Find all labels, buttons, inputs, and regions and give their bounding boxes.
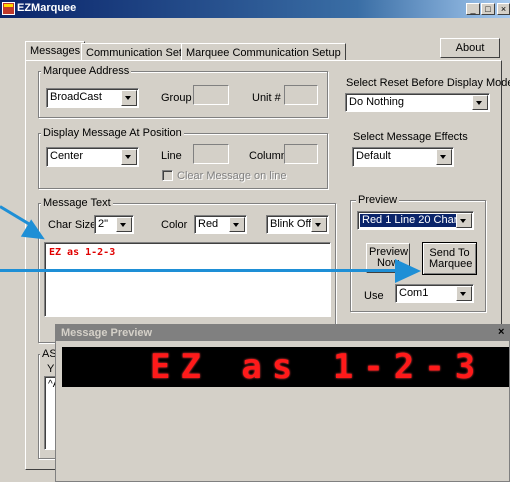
about-button[interactable]: About <box>440 38 500 58</box>
color-combo[interactable]: Red <box>194 215 247 234</box>
message-preview-window: Message Preview × EZ as 1-2-3 <box>55 324 510 482</box>
preview-legend: Preview <box>356 194 400 206</box>
chevron-down-icon[interactable] <box>436 149 452 165</box>
minimize-button[interactable]: _ <box>466 3 480 15</box>
chevron-down-icon[interactable] <box>116 217 132 232</box>
port-value: Com1 <box>399 287 429 299</box>
tab-messages[interactable]: Messages <box>25 41 86 60</box>
column-field[interactable] <box>284 144 318 164</box>
effects-combo[interactable]: Default <box>352 147 454 167</box>
window-title: EZMarquee <box>17 2 77 14</box>
maximize-button[interactable]: □ <box>481 3 495 15</box>
position-value: Center <box>50 150 84 162</box>
tab-marquee-communication-setup[interactable]: Marquee Communication Setup <box>181 43 346 60</box>
chevron-down-icon[interactable] <box>311 217 327 232</box>
preview-mode-value: Red 1 Line 20 Char <box>362 214 458 226</box>
title-bar[interactable]: EZMarquee _ □ × <box>0 0 510 18</box>
app-window: EZMarquee _ □ × Messages Communication S… <box>0 0 510 482</box>
preview-mode-combo[interactable]: Red 1 Line 20 Char <box>357 211 474 230</box>
char-size-combo[interactable]: 2" <box>94 215 134 234</box>
chevron-down-icon[interactable] <box>456 286 472 301</box>
line-field[interactable] <box>193 144 229 164</box>
message-textarea[interactable]: EZ as 1-2-3 <box>44 242 331 317</box>
column-label: Column <box>249 150 287 162</box>
group-label: Group <box>161 92 192 104</box>
blink-value: Blink Off <box>270 218 312 230</box>
reset-label: Select Reset Before Display Mode <box>346 77 510 89</box>
char-size-value: 2" <box>98 218 109 230</box>
chevron-down-icon[interactable] <box>121 90 137 106</box>
message-preview-titlebar[interactable]: Message Preview × <box>56 325 509 341</box>
app-icon <box>2 2 15 15</box>
chevron-down-icon[interactable] <box>456 213 472 228</box>
reset-combo[interactable]: Do Nothing <box>345 93 490 112</box>
address-combo[interactable]: BroadCast <box>46 88 139 108</box>
chevron-down-icon[interactable] <box>229 217 245 232</box>
effects-value: Default <box>356 150 391 162</box>
message-preview-title: Message Preview <box>61 327 153 339</box>
char-size-label: Char Size <box>48 219 97 231</box>
unit-label: Unit # <box>252 92 281 104</box>
message-text-legend: Message Text <box>41 197 113 209</box>
clear-checkbox[interactable] <box>162 170 173 181</box>
display-position-legend: Display Message At Position <box>41 127 184 139</box>
group-field[interactable] <box>193 85 229 105</box>
color-value: Red <box>198 218 219 230</box>
about-button-label: About <box>455 42 485 54</box>
chevron-down-icon[interactable] <box>472 95 488 110</box>
unit-field[interactable] <box>284 85 318 105</box>
message-preview-close-button[interactable]: × <box>498 326 504 338</box>
clear-label: Clear Message on line <box>177 170 287 182</box>
send-to-marquee-label: Send To Marquee <box>429 247 473 270</box>
address-value: BroadCast <box>50 91 102 103</box>
port-combo[interactable]: Com1 <box>395 284 474 303</box>
send-to-marquee-button[interactable]: Send To Marquee <box>422 242 477 275</box>
annotation-arrowhead <box>395 259 421 283</box>
color-label: Color <box>161 219 188 231</box>
annotation-arrow-line <box>0 269 397 272</box>
line-label: Line <box>161 150 182 162</box>
led-display: EZ as 1-2-3 <box>62 347 509 387</box>
use-label: Use <box>364 290 384 302</box>
chevron-down-icon[interactable] <box>121 149 137 165</box>
position-combo[interactable]: Center <box>46 147 139 167</box>
blink-combo[interactable]: Blink Off <box>266 215 329 234</box>
message-text-content: EZ as 1-2-3 <box>49 247 116 258</box>
led-text: EZ as 1-2-3 <box>150 347 486 387</box>
close-button[interactable]: × <box>497 3 510 15</box>
marquee-address-legend: Marquee Address <box>41 65 132 77</box>
effects-label: Select Message Effects <box>353 131 468 143</box>
ascii-sub-label: Y <box>47 363 55 375</box>
reset-value: Do Nothing <box>349 96 405 108</box>
